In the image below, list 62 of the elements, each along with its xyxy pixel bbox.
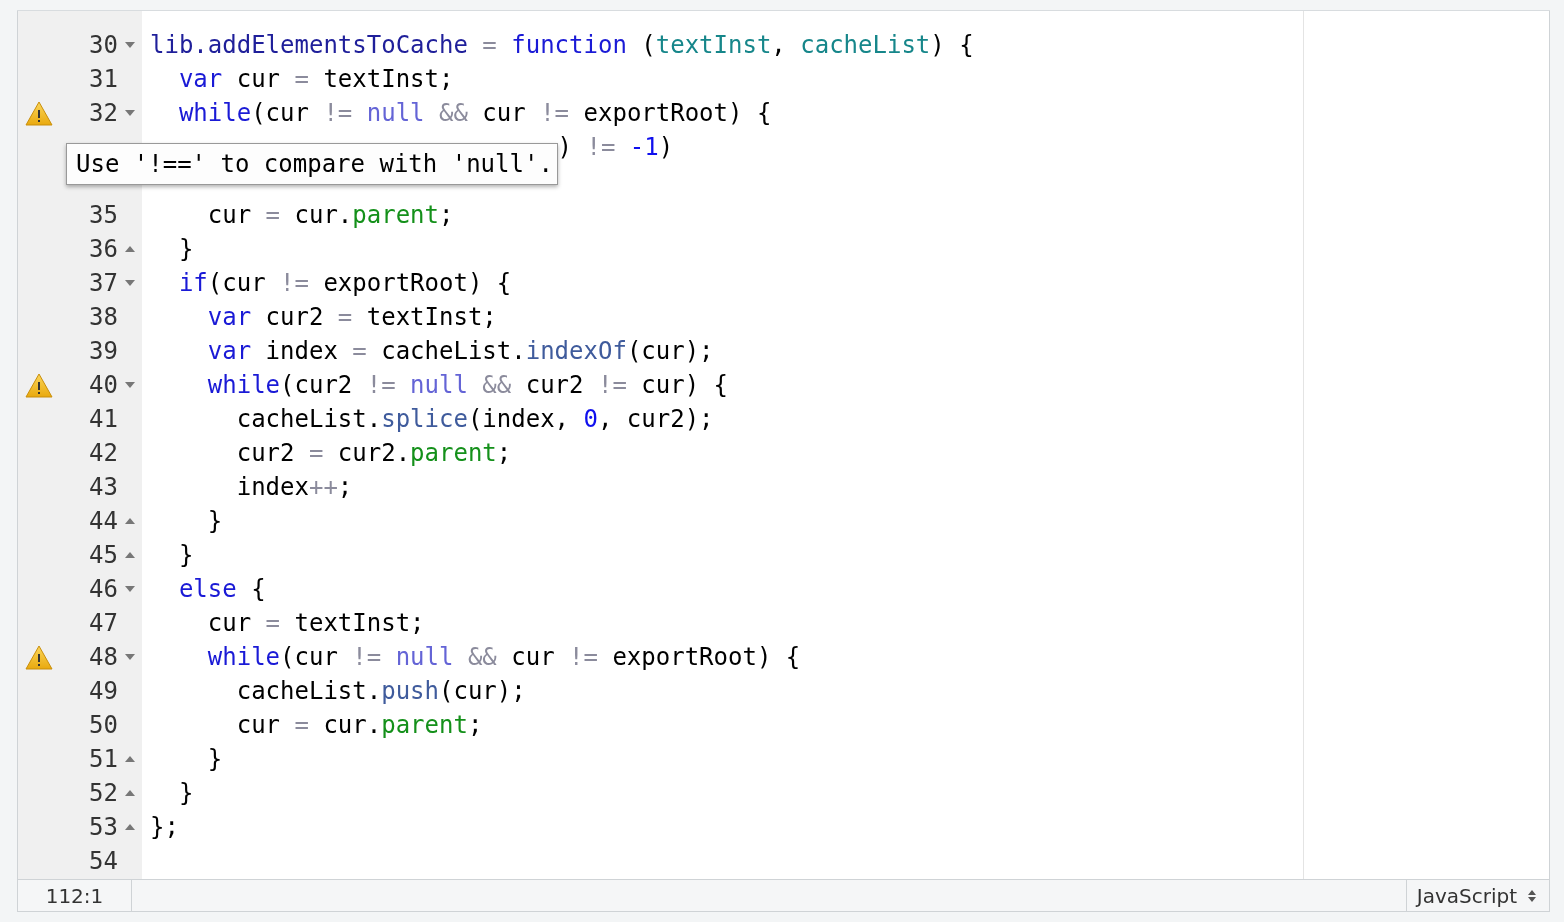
warning-tooltip: Use '!==' to compare with 'null'. bbox=[66, 143, 558, 185]
line-number: 54 bbox=[89, 847, 118, 875]
code-line: var index = cacheList.indexOf(cur); bbox=[206, 337, 714, 365]
line-number: 42 bbox=[89, 439, 118, 467]
line-number: 45 bbox=[89, 541, 118, 569]
line-number: 48 bbox=[89, 643, 118, 671]
code-line: cacheList.splice(index, 0, cur2); bbox=[235, 405, 714, 433]
line-number: 43 bbox=[89, 473, 118, 501]
code-line: while(cur2 != null && cur2 != cur) { bbox=[206, 371, 729, 399]
line-number: 32 bbox=[89, 99, 118, 127]
language-dropdown[interactable]: JavaScript bbox=[1405, 880, 1549, 911]
line-number: 31 bbox=[89, 65, 118, 93]
code-line: while(cur != null && cur != exportRoot) { bbox=[177, 99, 772, 127]
caret-down-icon[interactable] bbox=[125, 654, 135, 660]
line-number: 52 bbox=[89, 779, 118, 807]
caret-up-icon[interactable] bbox=[125, 552, 135, 558]
code-line: } bbox=[177, 779, 194, 807]
line-number: 49 bbox=[89, 677, 118, 705]
code-line: while(cur != null && cur != exportRoot) { bbox=[206, 643, 801, 671]
caret-down-icon[interactable] bbox=[125, 280, 135, 286]
code-line: cur = textInst; bbox=[206, 609, 425, 637]
line-number: 51 bbox=[89, 745, 118, 773]
code-line: } bbox=[206, 745, 223, 773]
line-number: 36 bbox=[89, 235, 118, 263]
line-number: 53 bbox=[89, 813, 118, 841]
code-line: var cur2 = textInst; bbox=[206, 303, 497, 331]
code-line: cur = cur.parent; bbox=[235, 711, 483, 739]
line-number: 38 bbox=[89, 303, 118, 331]
caret-down-icon[interactable] bbox=[125, 110, 135, 116]
line-number: 39 bbox=[89, 337, 118, 365]
code-line: } bbox=[206, 507, 223, 535]
caret-up-icon[interactable] bbox=[125, 790, 135, 796]
line-number: 40 bbox=[89, 371, 118, 399]
caret-up-icon[interactable] bbox=[125, 518, 135, 524]
code-line: cur = cur.parent; bbox=[206, 201, 454, 229]
cursor-position: 112:1 bbox=[18, 880, 132, 911]
code-line: lib.addElementsToCache = function (textInst, cacheList) { bbox=[150, 31, 974, 59]
line-number: 46 bbox=[89, 575, 118, 603]
caret-up-icon[interactable] bbox=[125, 824, 135, 830]
code-line: cur2 = cur2.parent; bbox=[235, 439, 512, 467]
code-line: } bbox=[177, 541, 194, 569]
code-line: if(cur != exportRoot) { bbox=[177, 269, 512, 297]
code-line: else { bbox=[177, 575, 266, 603]
line-number: 41 bbox=[89, 405, 118, 433]
code-line: } bbox=[177, 235, 194, 263]
code-line: cacheList.push(cur); bbox=[235, 677, 526, 705]
caret-up-icon[interactable] bbox=[125, 756, 135, 762]
line-number: 30 bbox=[89, 31, 118, 59]
caret-up-icon[interactable] bbox=[125, 246, 135, 252]
line-number: 37 bbox=[89, 269, 118, 297]
updown-caret-icon bbox=[1527, 888, 1537, 903]
code-line: index++; bbox=[235, 473, 353, 501]
code-line: }; bbox=[150, 813, 179, 841]
line-number: 47 bbox=[89, 609, 118, 637]
caret-down-icon[interactable] bbox=[125, 382, 135, 388]
line-number: 35 bbox=[89, 201, 118, 229]
line-number: 44 bbox=[89, 507, 118, 535]
caret-down-icon[interactable] bbox=[125, 586, 135, 592]
caret-down-icon[interactable] bbox=[125, 42, 135, 48]
code-line: ) != -1) bbox=[557, 133, 674, 161]
code-line: var cur = textInst; bbox=[177, 65, 454, 93]
line-number: 50 bbox=[89, 711, 118, 739]
